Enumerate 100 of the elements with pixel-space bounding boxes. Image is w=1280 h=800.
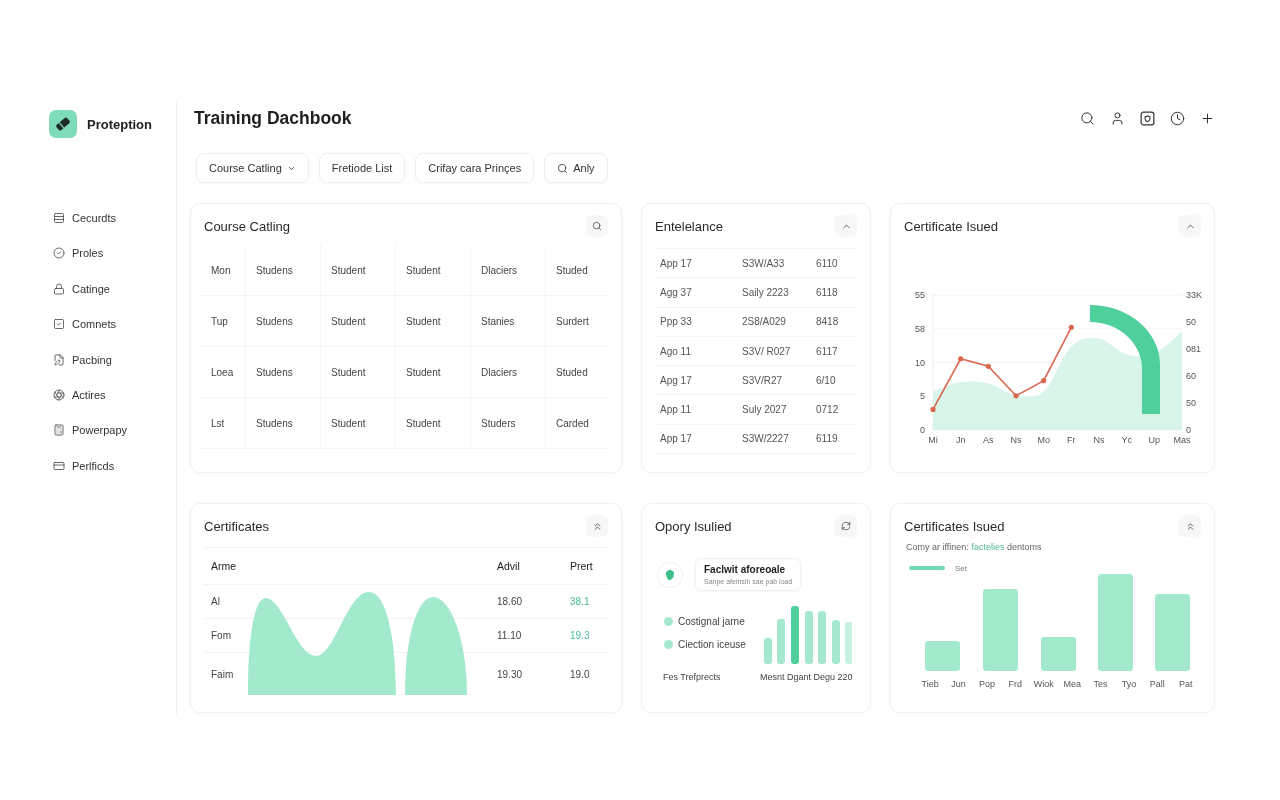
axis-label: Yc bbox=[1121, 435, 1132, 445]
axis-label: Pall bbox=[1149, 679, 1165, 689]
table-cell: 0712 bbox=[816, 404, 839, 416]
eraser-icon bbox=[49, 110, 77, 138]
panel-title: Opory Isulied bbox=[655, 518, 732, 534]
table-cell-text: 19.30 bbox=[496, 669, 523, 680]
lock-icon bbox=[53, 282, 65, 295]
calculator-icon bbox=[53, 424, 65, 437]
table-cell: Student bbox=[321, 398, 396, 449]
sidebar-item[interactable]: Actires bbox=[53, 385, 106, 404]
clock-icon[interactable] bbox=[1170, 110, 1185, 126]
search-icon[interactable] bbox=[1080, 110, 1095, 126]
table-cell: 6110 bbox=[816, 257, 838, 269]
table-cell: Suly 2027 bbox=[742, 404, 787, 416]
axis-label: 10 bbox=[915, 357, 925, 368]
user-icon[interactable] bbox=[1110, 110, 1125, 126]
table-cell: Ppp 33 bbox=[660, 316, 692, 328]
table-cell: Mon bbox=[201, 245, 246, 296]
axis-label: Pat bbox=[1178, 679, 1193, 689]
table-cell: Student bbox=[321, 296, 396, 347]
axis-label: Mo bbox=[1037, 435, 1050, 445]
column-header: Arme bbox=[210, 560, 237, 572]
axis-label: 081 bbox=[1186, 344, 1202, 354]
table-cell: Studens bbox=[246, 245, 321, 296]
panel-title: Certificates Isued bbox=[904, 518, 1005, 534]
axis-label: 50 bbox=[1186, 317, 1196, 327]
column-header: Prert bbox=[569, 560, 593, 572]
axis-label: Mea bbox=[1063, 679, 1081, 689]
table-cell: Studers bbox=[471, 398, 546, 449]
sidebar-item[interactable]: Comnets bbox=[53, 315, 117, 334]
axis-label: Mi bbox=[928, 435, 938, 445]
table-cell: Student bbox=[321, 347, 396, 398]
axis-label: Pop bbox=[978, 679, 995, 689]
search-button[interactable]: Anly bbox=[544, 153, 608, 183]
search-icon bbox=[592, 221, 602, 231]
axis-label: Ns bbox=[1010, 435, 1022, 445]
table-cell: S3V/R27 bbox=[742, 374, 783, 386]
sidebar-item[interactable]: Proles bbox=[53, 244, 104, 263]
table-cell: Dlaciers bbox=[471, 347, 546, 398]
search-button[interactable] bbox=[586, 215, 608, 237]
table-cell: Studed bbox=[546, 347, 611, 398]
panel-title: Certificate Isued bbox=[904, 218, 998, 234]
axis-label: Mas bbox=[1173, 435, 1191, 445]
sidebar-item[interactable]: Perlficds bbox=[53, 456, 115, 475]
table-cell: Student bbox=[396, 245, 471, 296]
dot-icon bbox=[664, 639, 673, 649]
table-cell: Carded bbox=[546, 398, 611, 449]
check-square-icon bbox=[53, 318, 65, 331]
axis-label: 5 bbox=[920, 391, 925, 402]
axis-label: 0 bbox=[1186, 425, 1191, 435]
axis-label: 50 bbox=[1186, 398, 1196, 408]
table-cell-text: 19.0 bbox=[569, 669, 590, 680]
table-cell: Ago 11 bbox=[660, 345, 691, 357]
table-cell: App 17 bbox=[660, 433, 692, 445]
axis-label: Jun bbox=[951, 679, 966, 689]
axis-label: 55 bbox=[915, 290, 925, 300]
table-cell: S3W/A33 bbox=[742, 257, 785, 269]
refresh-button[interactable] bbox=[835, 515, 857, 537]
sidebar-item[interactable]: Catinge bbox=[53, 279, 110, 298]
sidebar-item[interactable]: Pacbing bbox=[53, 350, 112, 369]
table-cell: App 17 bbox=[660, 257, 692, 269]
sidebar-item[interactable]: Cecurdts bbox=[53, 209, 117, 227]
collapse-button[interactable] bbox=[1179, 515, 1201, 537]
axis-label: Up bbox=[1148, 435, 1161, 445]
filter-button[interactable]: Fretiode List bbox=[318, 153, 406, 183]
table-cell: Studens bbox=[246, 296, 321, 347]
collapse-button[interactable] bbox=[586, 515, 608, 537]
shield-square-icon[interactable] bbox=[1140, 110, 1155, 126]
axis-label: Jn bbox=[955, 435, 966, 445]
sidebar-item[interactable]: Powerpapy bbox=[53, 421, 128, 440]
table-cell: Saily 2223 bbox=[742, 286, 789, 298]
table-cell: 6118 bbox=[816, 286, 838, 298]
table-cell: Studens bbox=[246, 347, 321, 398]
plus-icon[interactable] bbox=[1200, 110, 1215, 126]
table-cell: Student bbox=[396, 398, 471, 449]
table-cell: 2S8/A029 bbox=[742, 316, 786, 328]
axis-label: Ns bbox=[1093, 435, 1105, 445]
dropdown-button[interactable]: Course Catling bbox=[196, 153, 309, 183]
table-cell-text: Fom bbox=[210, 630, 231, 641]
table-cell: Loea bbox=[201, 347, 246, 398]
legend-label: Ciection iceuse bbox=[678, 638, 746, 650]
axis-label: 60 bbox=[1186, 371, 1196, 381]
axis-label: Tyo bbox=[1121, 679, 1137, 689]
legend-label: Costignal jarne bbox=[678, 615, 745, 627]
panel-title: Course Catling bbox=[204, 218, 290, 234]
table-cell: Stanies bbox=[471, 296, 546, 347]
table-cell: Student bbox=[396, 347, 471, 398]
table-cell: Lst bbox=[201, 398, 246, 449]
table-cell: Student bbox=[321, 245, 396, 296]
axis-label: 58 bbox=[915, 323, 925, 334]
check-circle-icon bbox=[53, 247, 65, 260]
refresh-icon bbox=[841, 521, 851, 531]
filter-button[interactable]: Crifay cara Prinçes bbox=[415, 153, 535, 183]
table-cell: S3W/2227 bbox=[742, 433, 789, 445]
document-icon bbox=[53, 353, 65, 366]
callout-title: Faclwit aforeoale bbox=[704, 564, 787, 575]
table-cell-text: 38.1 bbox=[569, 596, 590, 607]
aperture-icon bbox=[53, 388, 65, 401]
table-cell: Surdert bbox=[546, 296, 611, 347]
shield-icon bbox=[657, 561, 683, 588]
